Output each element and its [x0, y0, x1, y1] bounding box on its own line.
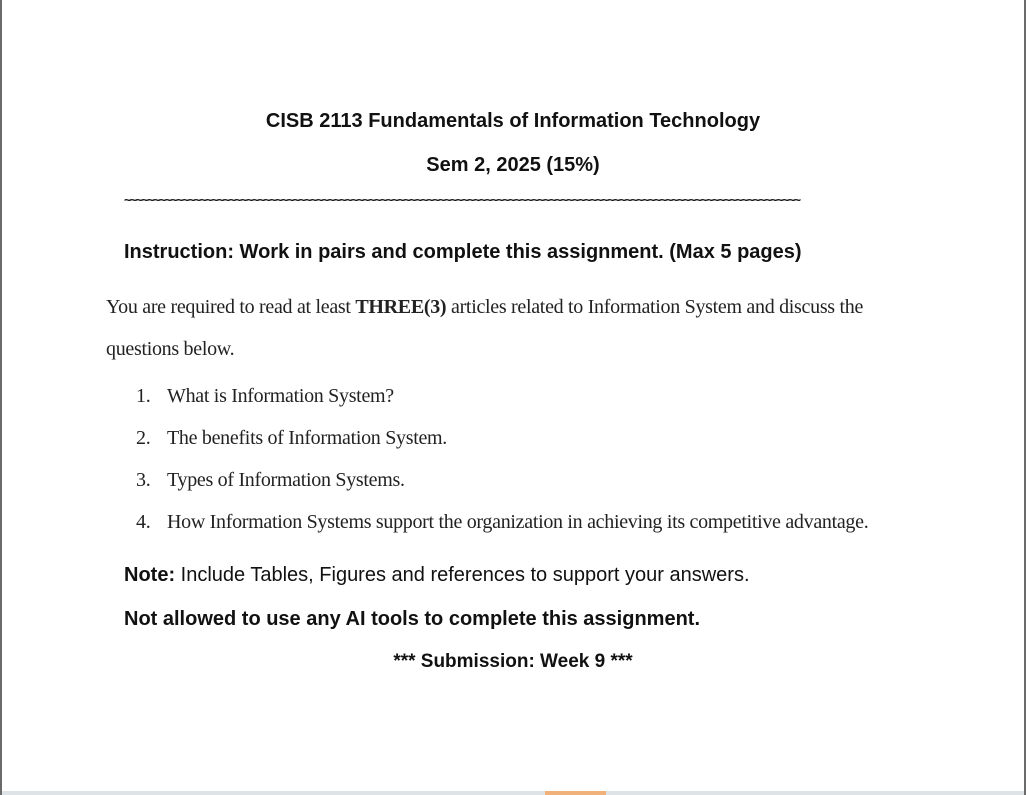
question-number: 3.: [136, 469, 151, 491]
question-item: 3. Types of Information Systems.: [136, 469, 868, 511]
question-text: The benefits of Information System.: [167, 427, 447, 449]
question-text: How Information Systems support the orga…: [167, 511, 869, 533]
question-item: 2. The benefits of Information System.: [136, 427, 868, 469]
ai-warning: Not allowed to use any AI tools to compl…: [124, 608, 701, 630]
question-number: 4.: [136, 511, 151, 533]
question-text: Types of Information Systems.: [167, 469, 405, 491]
scroll-thumb[interactable]: [545, 791, 606, 795]
instruction-text: Instruction: Work in pairs and complete …: [124, 241, 802, 263]
question-number: 1.: [136, 385, 151, 407]
intro-text-before: You are required to read at least: [106, 296, 356, 318]
intro-paragraph: You are required to read at least THREE(…: [106, 286, 906, 370]
question-item: 4. How Information Systems support the or…: [136, 511, 869, 553]
question-text: What is Information System?: [167, 385, 394, 407]
submission-info: *** Submission: Week 9 ***: [393, 651, 633, 672]
question-item: 1. What is Information System?: [136, 385, 868, 427]
note-line: Note: Include Tables, Figures and refere…: [124, 564, 750, 587]
document-subtitle: Sem 2, 2025 (15%): [426, 154, 600, 176]
document-title: CISB 2113 Fundamentals of Information Te…: [265, 110, 761, 132]
note-text: Include Tables, Figures and references t…: [175, 564, 750, 586]
document-page: CISB 2113 Fundamentals of Information Te…: [0, 0, 1026, 795]
scroll-track[interactable]: [2, 791, 1024, 795]
question-number: 2.: [136, 427, 151, 449]
intro-emphasis: THREE(3): [355, 296, 447, 318]
question-list: 1. What is Information System? 2. The bene…: [136, 385, 869, 553]
note-label: Note:: [124, 564, 176, 586]
separator-line: ~~~~~~~~~~~~~~~~~~~~~~~~~~~~~~~~~~~~~~~~…: [124, 193, 801, 207]
